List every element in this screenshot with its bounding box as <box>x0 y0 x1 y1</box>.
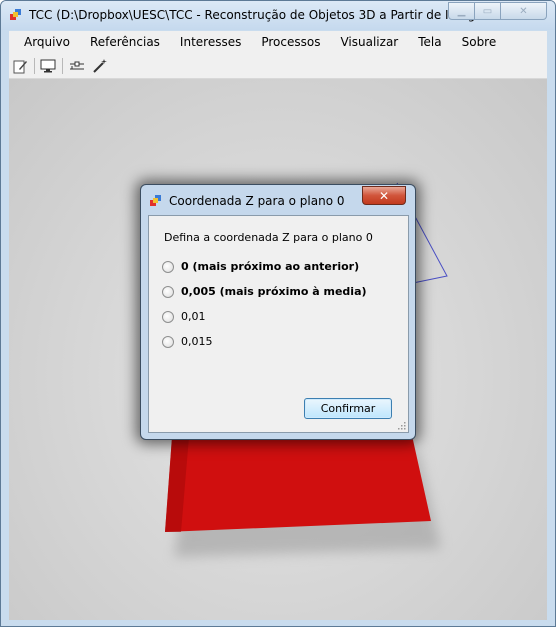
menu-sobre[interactable]: Sobre <box>452 31 507 53</box>
option-0015[interactable]: 0,015 <box>162 335 213 348</box>
menu-referencias[interactable]: Referências <box>80 31 170 53</box>
dialog-prompt: Defina a coordenada Z para o plano 0 <box>164 231 373 244</box>
toolbar-separator <box>62 58 63 74</box>
red-plane <box>165 431 431 532</box>
close-icon: ✕ <box>519 5 528 17</box>
dialog-close-button[interactable]: ✕ <box>362 186 406 205</box>
option-label: 0,01 <box>181 310 206 323</box>
connect-icon <box>70 61 84 70</box>
app-icon <box>150 195 161 206</box>
option-label: 0,015 <box>181 335 213 348</box>
monitor-button[interactable] <box>38 56 58 76</box>
confirm-button[interactable]: Confirmar <box>304 398 392 419</box>
menu-interesses[interactable]: Interesses <box>170 31 251 53</box>
menu-tela[interactable]: Tela <box>408 31 451 53</box>
app-icon <box>10 9 21 20</box>
menu-arquivo[interactable]: Arquivo <box>14 31 80 53</box>
close-icon: ✕ <box>378 188 390 203</box>
radio-button[interactable] <box>162 285 174 298</box>
z-coordinate-dialog: Coordenada Z para o plano 0 ✕ Defina a c… <box>140 184 416 440</box>
option-label: 0 (mais próximo ao anterior) <box>181 260 360 273</box>
monitor-icon <box>40 59 56 73</box>
magic-wand-icon <box>93 59 107 73</box>
option-0005[interactable]: 0,005 (mais próximo à media) <box>162 285 367 298</box>
dialog-body: Defina a coordenada Z para o plano 0 0 (… <box>148 215 409 433</box>
radio-button[interactable] <box>162 260 174 273</box>
title-bar[interactable]: TCC (D:\Dropbox\UESC\TCC - Reconstrução … <box>1 1 555 30</box>
menu-bar: Arquivo Referências Interesses Processos… <box>9 31 547 53</box>
radio-button[interactable] <box>162 310 174 323</box>
close-button[interactable]: ✕ <box>500 2 547 20</box>
minimize-button[interactable]: ▁ <box>448 2 475 20</box>
edit-icon <box>13 60 27 74</box>
resize-grip-icon[interactable] <box>398 422 406 430</box>
dialog-title: Coordenada Z para o plano 0 <box>169 194 345 208</box>
option-label: 0,005 (mais próximo à media) <box>181 285 367 298</box>
window-title: TCC (D:\Dropbox\UESC\TCC - Reconstrução … <box>29 8 495 22</box>
toolbar <box>9 53 547 79</box>
option-001[interactable]: 0,01 <box>162 310 206 323</box>
menu-processos[interactable]: Processos <box>251 31 330 53</box>
menu-visualizar[interactable]: Visualizar <box>330 31 408 53</box>
toolbar-separator <box>34 58 35 74</box>
option-0[interactable]: 0 (mais próximo ao anterior) <box>162 260 359 273</box>
radio-button[interactable] <box>162 335 174 348</box>
edit-button[interactable] <box>10 56 30 76</box>
maximize-icon: ▭ <box>482 5 493 17</box>
maximize-button[interactable]: ▭ <box>474 2 501 20</box>
minimize-icon: ▁ <box>457 5 466 17</box>
connect-button[interactable] <box>67 56 87 76</box>
magic-wand-button[interactable] <box>90 56 110 76</box>
